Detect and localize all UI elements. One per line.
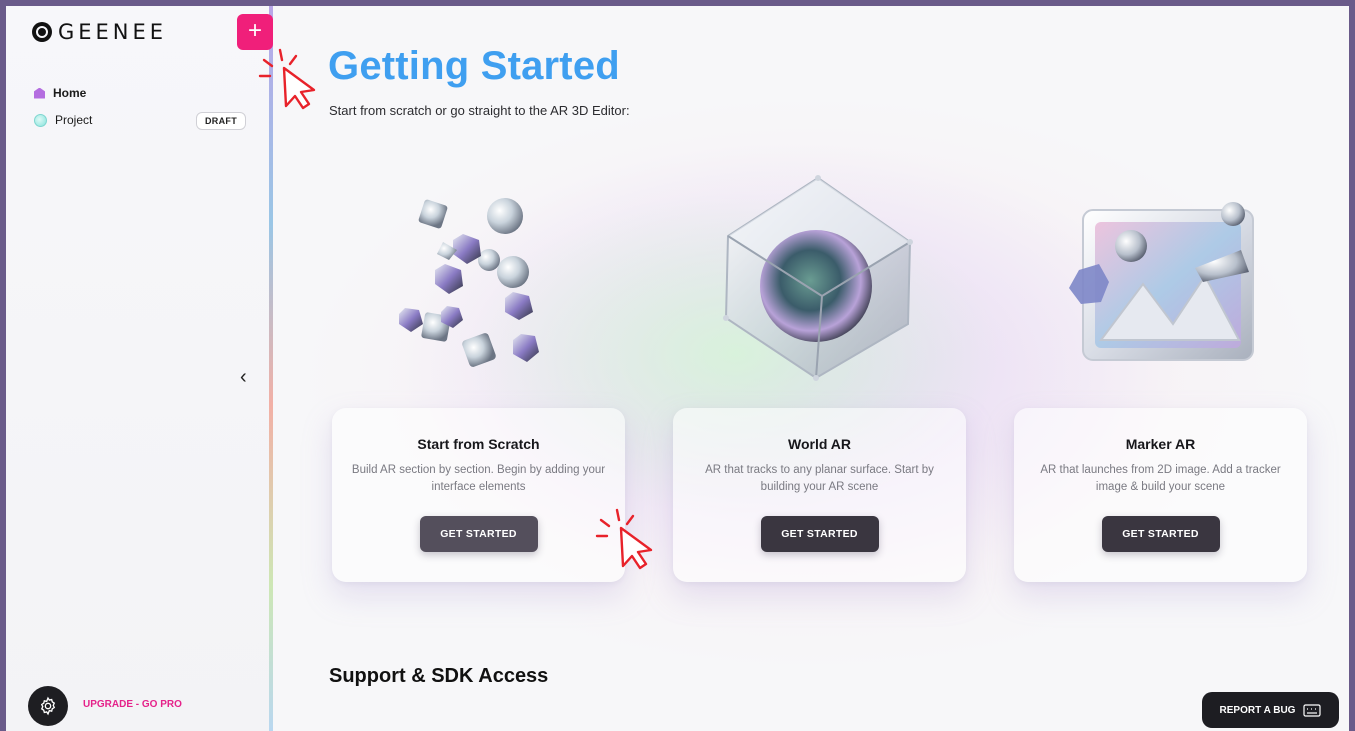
sidebar-item-project[interactable]: Project <box>34 113 92 127</box>
get-started-button[interactable]: GET STARTED <box>419 516 538 552</box>
logo-mark-icon <box>32 22 52 42</box>
project-icon <box>34 113 47 127</box>
logo-text: GEENEE <box>58 20 168 44</box>
card-title: Start from Scratch <box>417 436 540 452</box>
card-title: Marker AR <box>1125 436 1196 452</box>
add-project-button[interactable]: + <box>237 14 273 50</box>
settings-button[interactable] <box>28 686 68 726</box>
card-description: AR that tracks to any planar surface. St… <box>705 464 934 493</box>
sidebar-item-label: Project <box>55 113 93 127</box>
home-icon <box>34 87 45 99</box>
collapse-sidebar-button[interactable]: ‹ <box>240 366 247 389</box>
sidebar: GEENEE Home Project DRAFT ‹ UPGRADE - GO… <box>6 6 271 731</box>
upgrade-link[interactable]: UPGRADE - GO PRO <box>83 699 182 710</box>
card-marker-ar: Marker AR AR that launches from 2D image… <box>1014 408 1307 582</box>
image-frame-icon <box>1069 202 1254 361</box>
support-section-title: Support & SDK Access <box>329 665 549 687</box>
card-title: World AR <box>788 436 851 452</box>
get-started-button[interactable]: GET STARTED <box>1101 516 1220 552</box>
card-start-from-scratch: Start from Scratch Build AR section by s… <box>332 408 625 582</box>
click-cursor-icon <box>595 508 653 570</box>
draft-badge[interactable]: DRAFT <box>196 112 246 130</box>
keyboard-icon <box>1303 703 1322 717</box>
card-world-ar: World AR AR that tracks to any planar su… <box>673 408 966 582</box>
report-bug-label: REPORT A BUG <box>1219 704 1296 716</box>
floating-shapes-icon <box>399 198 539 367</box>
page-subtitle: Start from scratch or go straight to the… <box>329 103 630 118</box>
click-cursor-icon <box>258 48 316 110</box>
main-content: Getting Started Start from scratch or go… <box>273 6 1349 731</box>
glass-cube-icon <box>723 175 913 381</box>
logo: GEENEE <box>32 20 167 44</box>
card-description: AR that launches from 2D image. Add a tr… <box>1040 464 1281 493</box>
page-title: Getting Started <box>328 44 620 88</box>
card-description: Build AR section by section. Begin by ad… <box>351 464 606 493</box>
report-bug-button[interactable]: REPORT A BUG <box>1202 692 1339 728</box>
app-frame: GEENEE Home Project DRAFT ‹ UPGRADE - GO… <box>6 6 1349 731</box>
gear-icon <box>40 696 56 716</box>
sidebar-item-home[interactable]: Home <box>34 86 86 100</box>
sidebar-item-label: Home <box>53 86 87 100</box>
get-started-button[interactable]: GET STARTED <box>760 516 879 552</box>
